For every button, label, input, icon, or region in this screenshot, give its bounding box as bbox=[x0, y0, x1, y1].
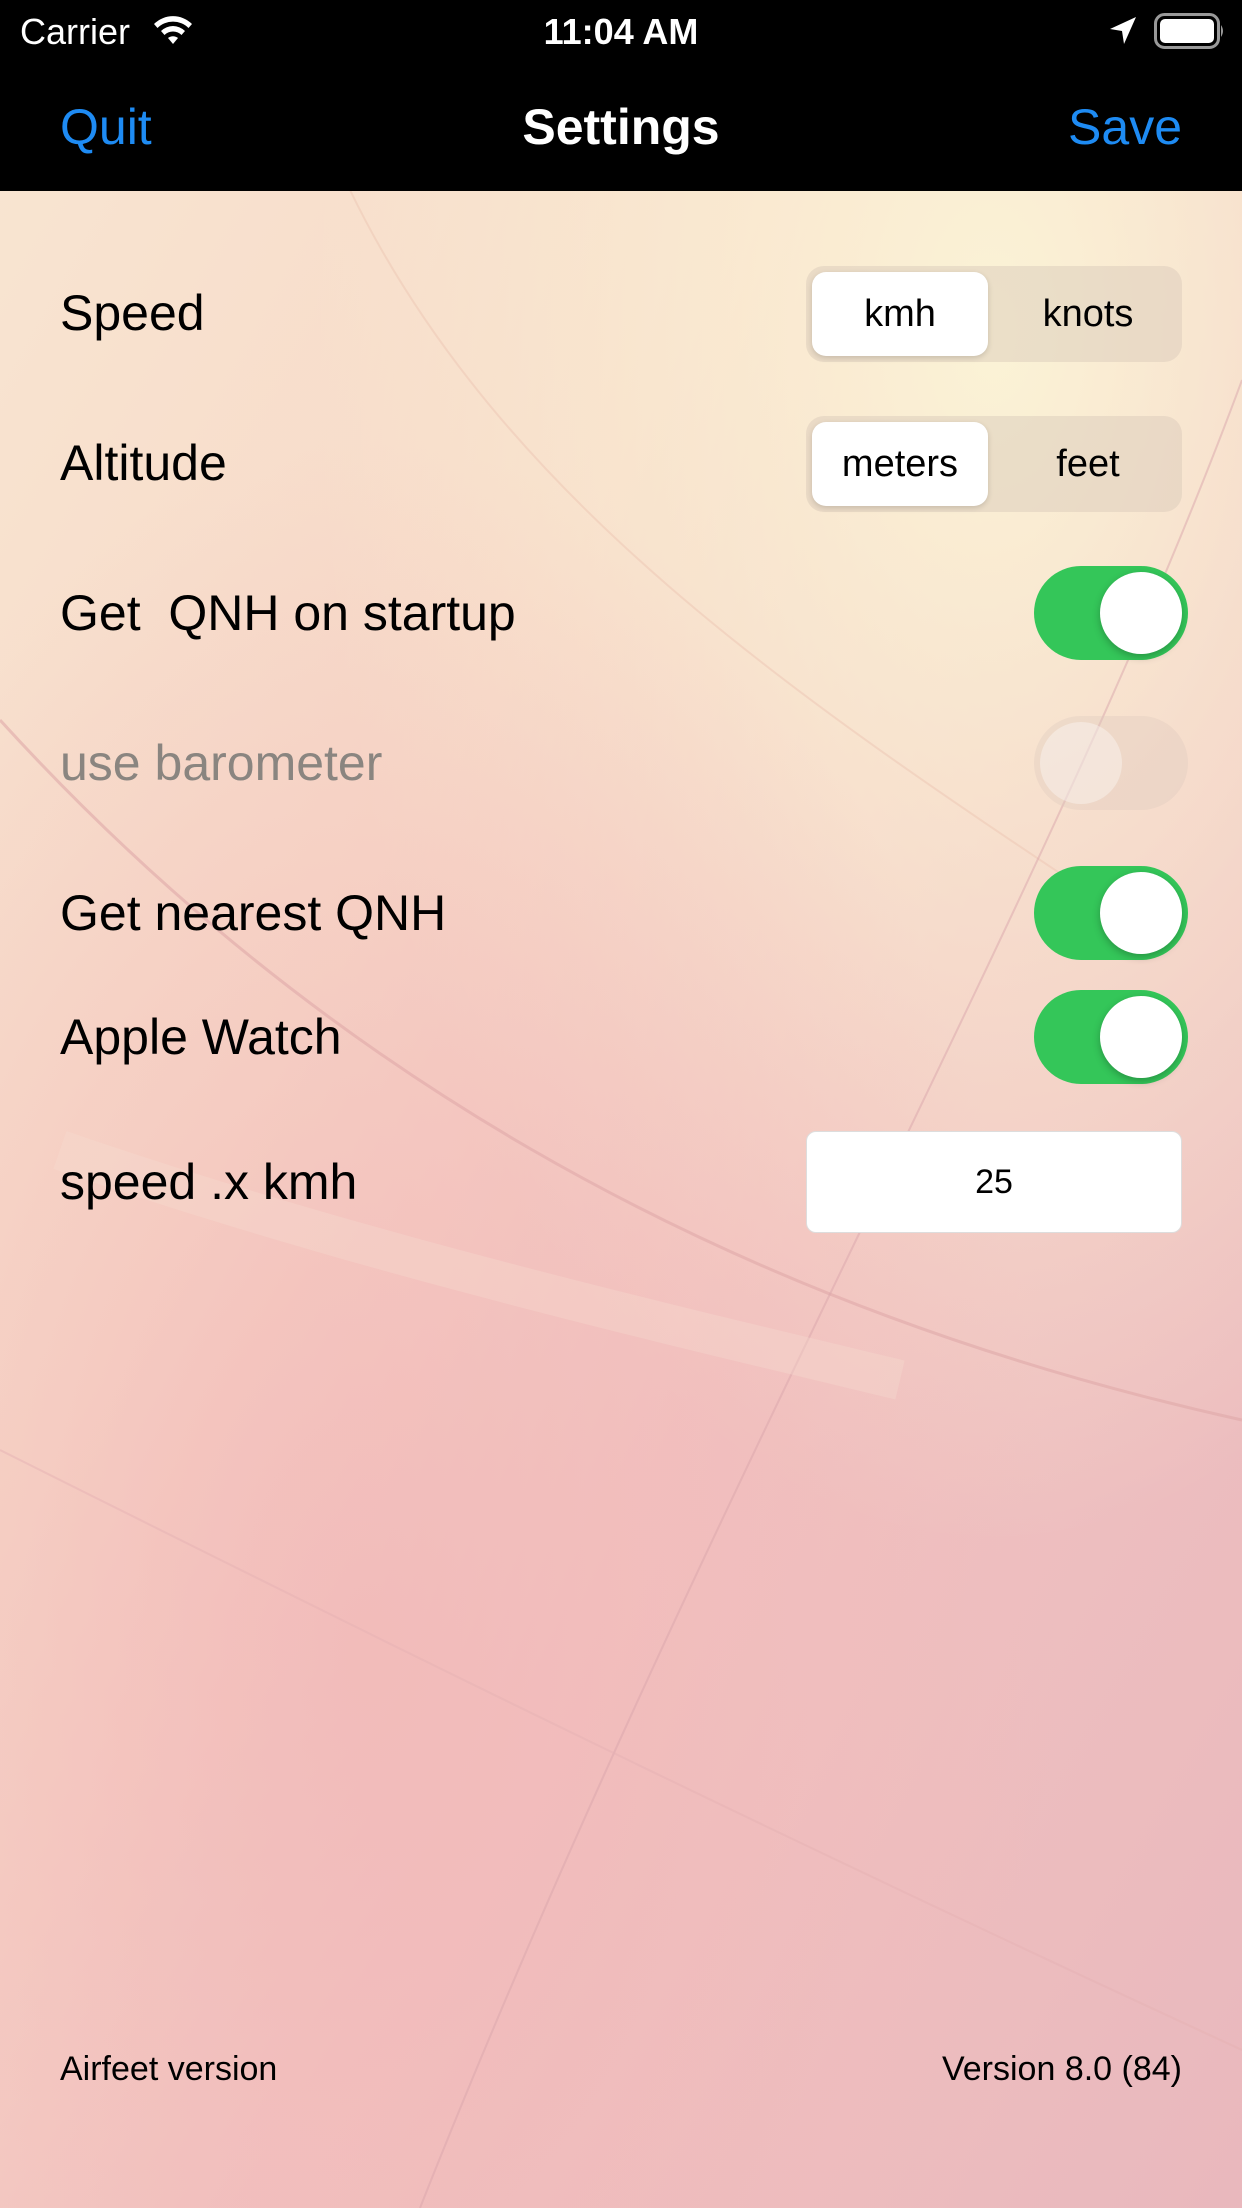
toggle-knob bbox=[1100, 872, 1182, 954]
toggle-knob bbox=[1100, 572, 1182, 654]
save-button[interactable]: Save bbox=[1068, 98, 1182, 156]
speed-option-knots[interactable]: knots bbox=[1000, 272, 1176, 356]
speed-option-kmh[interactable]: kmh bbox=[812, 272, 988, 356]
location-arrow-icon bbox=[1110, 17, 1136, 44]
speed-x-label: speed .x kmh bbox=[60, 1154, 358, 1210]
barometer-label: use barometer bbox=[60, 735, 383, 791]
app-version-label: Airfeet version bbox=[60, 2050, 278, 2088]
app-version-value: Version 8.0 (84) bbox=[941, 2050, 1182, 2088]
toggle-knob bbox=[1100, 996, 1182, 1078]
battery-icon bbox=[1154, 13, 1223, 49]
qnh-startup-toggle[interactable] bbox=[1034, 566, 1188, 660]
settings-list: Speed kmh knots Altitude meters feet Get… bbox=[0, 191, 1242, 2208]
page-title: Settings bbox=[522, 99, 720, 155]
qnh-startup-label: Get QNH on startup bbox=[60, 585, 516, 641]
altitude-unit-segmented-control: meters feet bbox=[806, 416, 1182, 512]
clock: 11:04 AM bbox=[543, 11, 699, 52]
status-bar: Carrier 11:04 AM bbox=[0, 0, 1242, 62]
nearest-qnh-label: Get nearest QNH bbox=[60, 885, 447, 941]
altitude-option-feet[interactable]: feet bbox=[1000, 422, 1176, 506]
toggle-knob bbox=[1040, 722, 1122, 804]
altitude-label: Altitude bbox=[60, 435, 227, 491]
navigation-bar: Quit Settings Save bbox=[0, 62, 1242, 191]
nearest-qnh-toggle[interactable] bbox=[1034, 866, 1188, 960]
barometer-toggle[interactable] bbox=[1034, 716, 1188, 810]
apple-watch-toggle[interactable] bbox=[1034, 990, 1188, 1084]
altitude-option-meters[interactable]: meters bbox=[812, 422, 988, 506]
speed-unit-segmented-control: kmh knots bbox=[806, 266, 1182, 362]
apple-watch-label: Apple Watch bbox=[60, 1009, 342, 1065]
speed-x-input[interactable]: 25 bbox=[806, 1131, 1182, 1233]
speed-label: Speed bbox=[60, 285, 205, 341]
